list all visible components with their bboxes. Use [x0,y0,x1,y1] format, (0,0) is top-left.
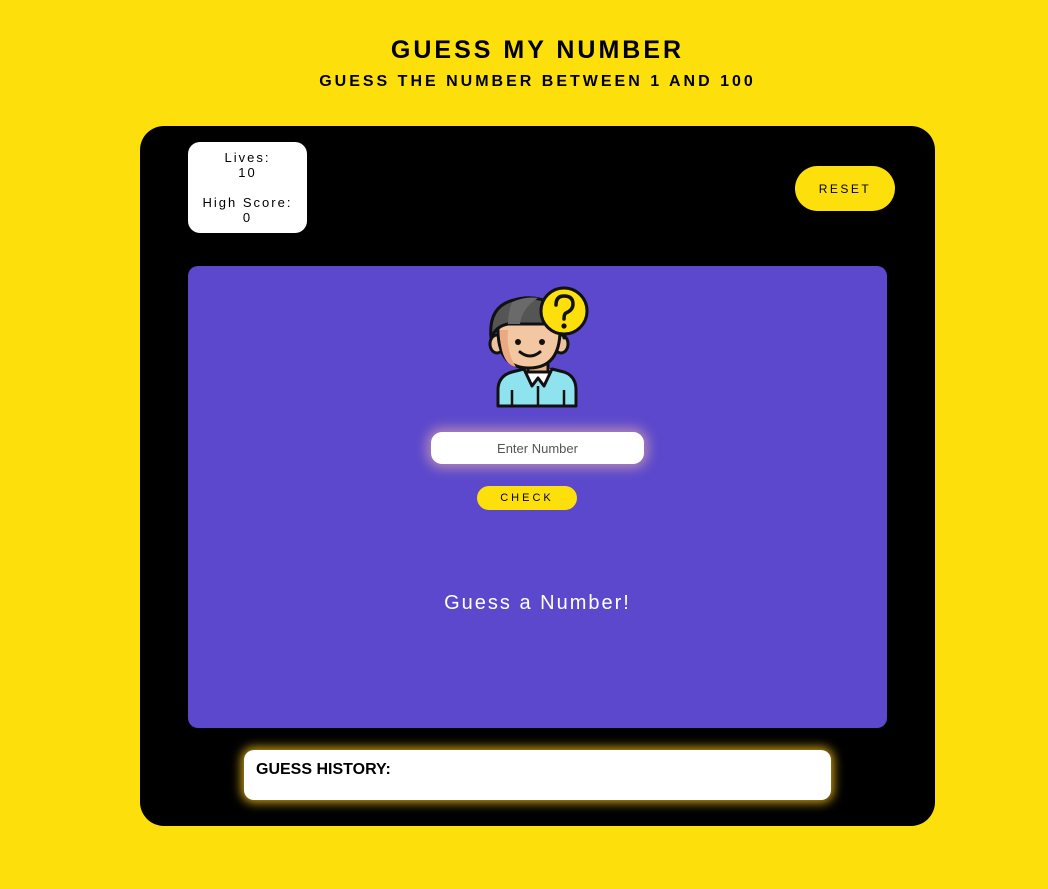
number-input[interactable] [431,432,644,464]
reset-button[interactable]: RESET [795,166,895,211]
check-button[interactable]: CHECK [477,486,577,510]
game-stage: CHECK Guess a Number! [188,266,887,728]
page-title: GUESS MY NUMBER [390,36,685,64]
game-panel: Lives: 10 High Score: 0 RESET Enter Numb… [140,126,935,826]
lives-label: Lives: [224,150,271,165]
high-score-label: High Score: [202,195,293,210]
status-message: Guess a Number! [444,592,631,614]
high-score-value: 0 [242,210,253,225]
lives-value: 10 [238,165,257,180]
guess-history-title: GUESS HISTORY: [256,761,391,778]
page-subtitle: GUESS THE NUMBER BETWEEN 1 AND 100 [319,73,756,90]
stats-card: Lives: 10 High Score: 0 [188,142,307,233]
guess-history-panel: GUESS HISTORY: [244,750,831,800]
thinking-person-icon [488,286,589,408]
